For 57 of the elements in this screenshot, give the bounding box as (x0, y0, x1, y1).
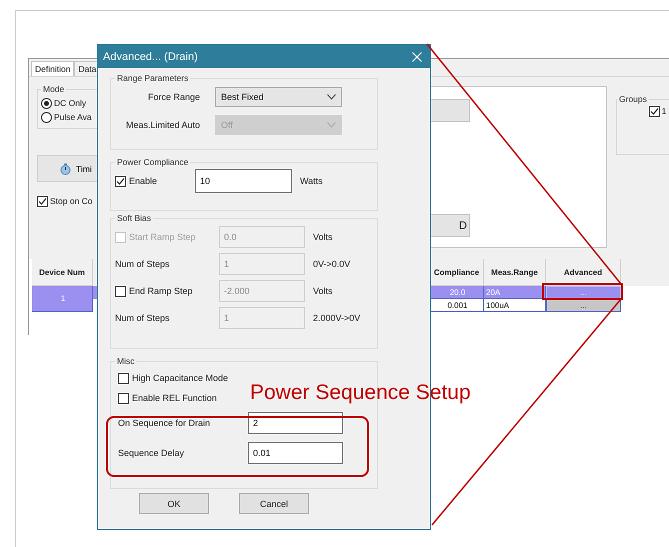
group-title: Groups (618, 94, 648, 104)
field-label: Num of Steps (115, 259, 171, 269)
dialog-button[interactable]: Cancel (239, 493, 309, 514)
stopwatch-icon (60, 162, 71, 174)
table-cell: 20.0 (430, 286, 484, 299)
group-title: Power Compliance (116, 157, 190, 167)
checkbox[interactable] (648, 106, 660, 116)
table-cell: 100uA (484, 299, 546, 312)
group-title: Range Parameters (116, 73, 190, 83)
group-title: Mode (42, 84, 66, 94)
checkbox-label: High Capacitance Mode (132, 373, 228, 383)
group-title: Soft Bias (116, 213, 152, 223)
table-cell: 1 (32, 286, 93, 312)
field-label: On Sequence for Drain (118, 418, 212, 428)
close-icon[interactable] (412, 52, 422, 62)
checkbox-label: Stop on Co (50, 196, 93, 206)
radio-label: Pulse Ava (54, 112, 92, 122)
chevron-down-icon (327, 94, 336, 100)
column-header: Device Num (32, 259, 93, 286)
unit-label: 2.000V->0V (313, 313, 360, 323)
radio-button[interactable] (41, 98, 52, 108)
input-field[interactable]: 0.01 (248, 442, 343, 464)
checkbox-label: 1 (662, 106, 666, 116)
checkbox[interactable] (118, 392, 129, 404)
checkbox[interactable] (37, 196, 48, 206)
checkbox[interactable] (115, 286, 126, 296)
field-label: Force Range (146, 92, 201, 102)
input-field[interactable]: 2 (248, 412, 343, 434)
table-cell: 0.001 (430, 299, 484, 312)
radio-button[interactable] (41, 112, 52, 122)
group-title: Misc (116, 356, 136, 366)
column-header: Meas.Range (484, 259, 546, 286)
column-header: Advanced (546, 259, 621, 286)
checkbox-label: Enable (129, 176, 158, 186)
checkbox[interactable] (115, 176, 126, 186)
tab[interactable]: Definition (31, 61, 74, 76)
checkbox-label: End Ramp Step (129, 286, 193, 296)
unit-label: Volts (313, 232, 333, 242)
checkbox-label: Enable REL Function (132, 393, 217, 403)
field-label: Num of Steps (115, 313, 171, 323)
chevron-down-icon (327, 122, 336, 128)
field-label: Meas.Limited Auto (124, 120, 201, 130)
dialog-button[interactable]: OK (139, 493, 209, 514)
column-header: Compliance (430, 259, 484, 286)
dropdown[interactable]: Best Fixed (215, 87, 342, 107)
checkbox[interactable] (118, 372, 129, 384)
timing-button[interactable]: Timi (37, 155, 97, 182)
field-label: Sequence Delay (118, 448, 186, 458)
checkbox-label: Start Ramp Step (129, 232, 196, 242)
unit-label: 0V->0.0V (313, 259, 350, 269)
advanced-button[interactable]: ... (546, 299, 621, 312)
window-title: Advanced... (Drain) (103, 50, 198, 62)
unit-label: Watts (300, 176, 323, 186)
radio-label: DC Only (54, 98, 86, 108)
unit-label: Volts (313, 286, 333, 296)
input-field[interactable]: 10 (195, 169, 292, 193)
table-cell: 20A (484, 286, 546, 299)
